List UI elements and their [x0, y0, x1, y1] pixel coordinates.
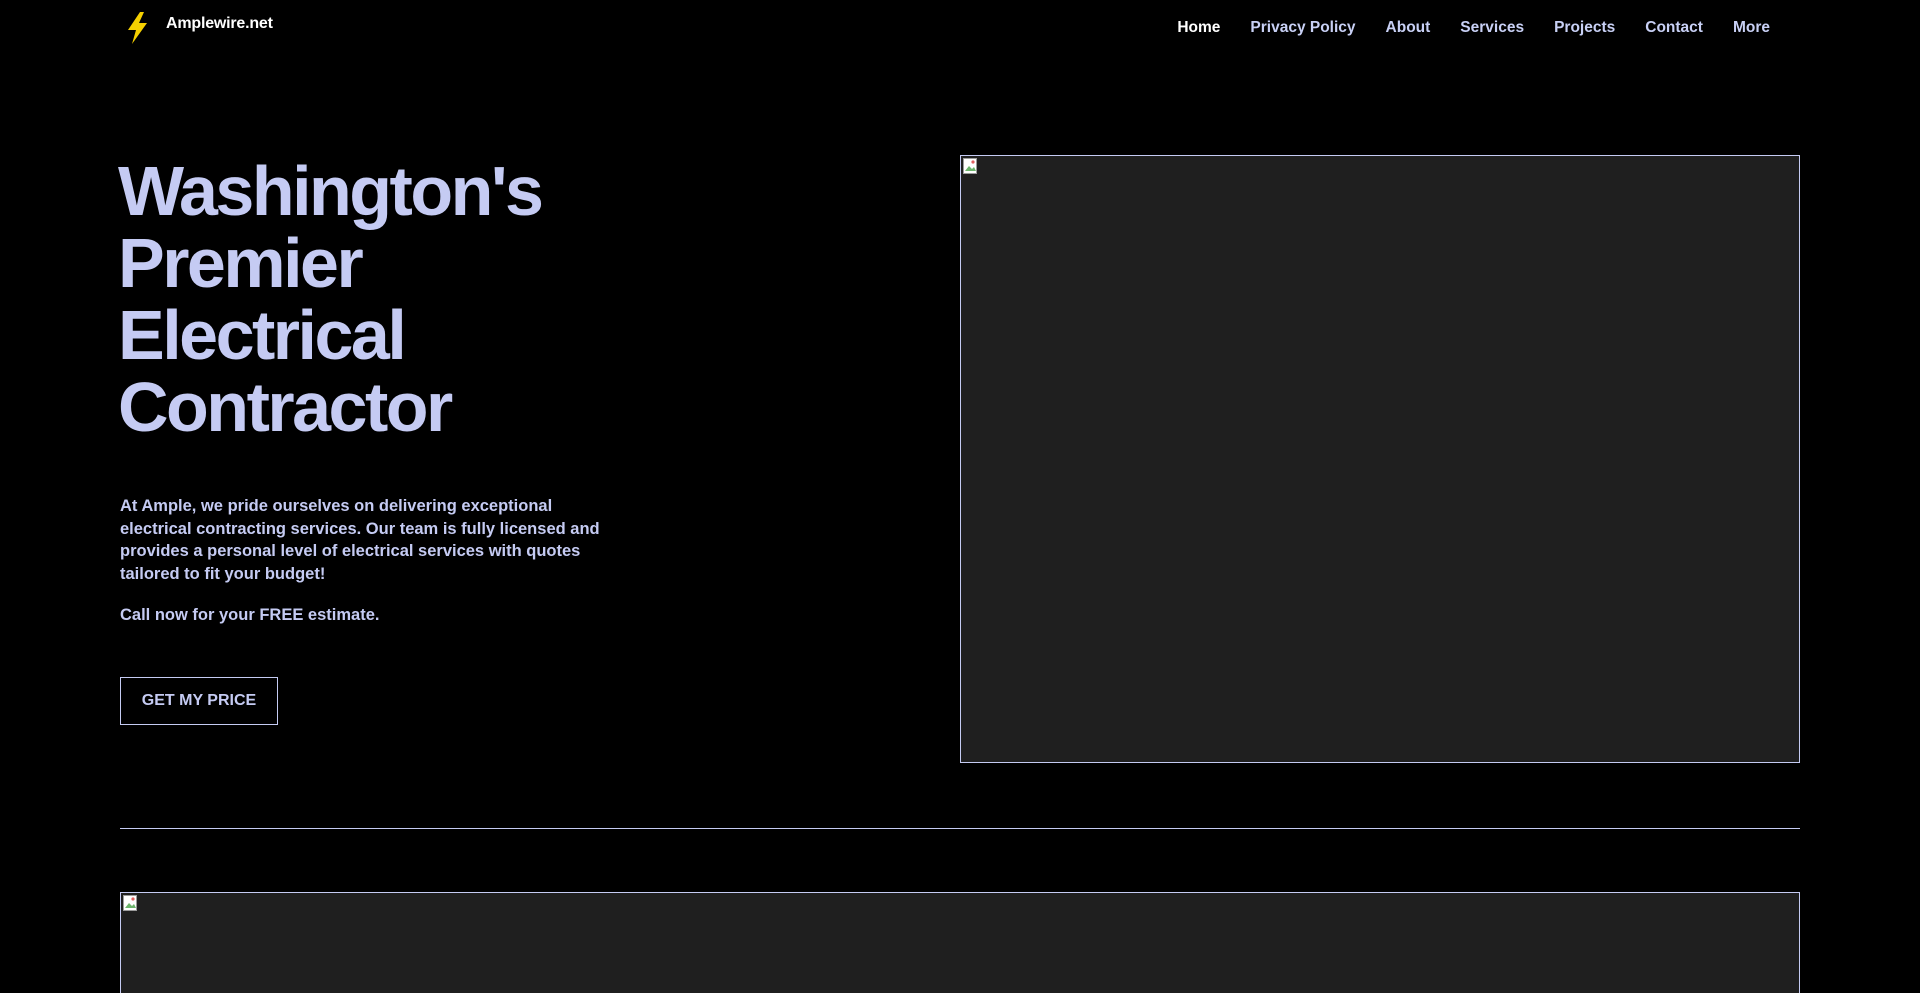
logo-text: Amplewire.net [166, 15, 273, 32]
main-nav: Home Privacy Policy About Services Proje… [1162, 17, 1785, 39]
nav-about[interactable]: About [1371, 17, 1446, 39]
hero-title: Washington's Premier Electrical Contract… [118, 155, 718, 443]
site-header: Amplewire.net Home Privacy Policy About … [0, 0, 1920, 56]
hero-description-line: tailored to fit your budget! [120, 564, 326, 583]
hero-image [960, 155, 1800, 763]
broken-image-icon [963, 158, 979, 174]
nav-contact[interactable]: Contact [1630, 17, 1718, 39]
nav-projects[interactable]: Projects [1539, 17, 1630, 39]
get-my-price-button[interactable]: GET MY PRICE [120, 677, 278, 725]
hero-description-line: electrical contracting services. Our tea… [120, 519, 600, 538]
nav-more[interactable]: More [1718, 17, 1785, 39]
nav-services[interactable]: Services [1445, 17, 1539, 39]
hero-title-line: Electrical [118, 296, 407, 374]
nav-home[interactable]: Home [1162, 17, 1235, 39]
hero-title-line: Washington's [118, 152, 544, 230]
hero-description: At Ample, we pride ourselves on deliveri… [120, 495, 620, 585]
section-divider [120, 828, 1800, 829]
section-image [120, 892, 1800, 993]
lightning-bolt-icon [123, 10, 153, 46]
hero-title-line: Contractor [118, 368, 453, 446]
free-estimate-text: Call now for your FREE estimate. [120, 606, 380, 624]
hero-description-line: provides a personal level of electrical … [120, 542, 581, 560]
nav-privacy-policy[interactable]: Privacy Policy [1235, 17, 1370, 39]
page: Amplewire.net Home Privacy Policy About … [0, 0, 1920, 993]
hero-title-line: Premier [118, 224, 364, 302]
site-logo[interactable]: Amplewire.net [123, 10, 273, 46]
hero-description-line: At Ample, we pride ourselves on deliveri… [120, 497, 553, 515]
broken-image-icon [123, 895, 139, 911]
